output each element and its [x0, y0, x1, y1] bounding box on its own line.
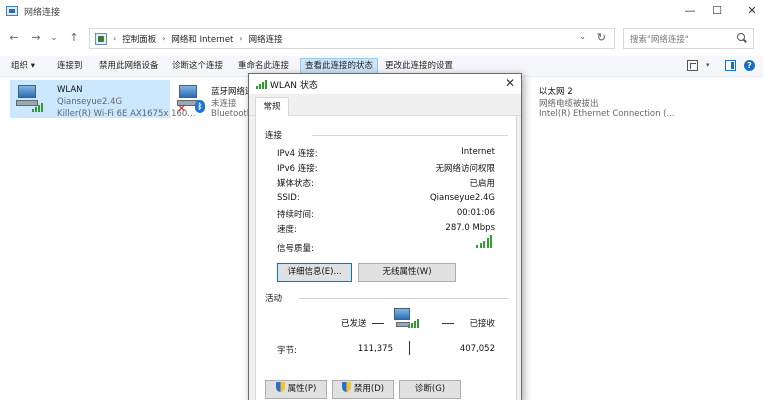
recent-locations-button[interactable]: ⌄ [46, 30, 62, 46]
connection-name: 蓝牙网络连接 [211, 87, 250, 97]
ipv4-value: Internet [461, 147, 495, 157]
network-folder-icon [6, 6, 18, 16]
back-button[interactable]: ← [6, 30, 22, 46]
dialog-title-bar: WLAN 状态 ✕ [249, 74, 521, 94]
breadcrumb-separator: › [113, 34, 117, 43]
refresh-icon[interactable]: ↻ [597, 31, 606, 44]
ipv6-value: 无网络访问权限 [435, 164, 495, 174]
ssid-value: Qianseyue2.4G [429, 193, 495, 203]
signal-quality-label: 信号质量: [277, 244, 314, 254]
breadcrumb-separator: › [239, 34, 243, 43]
connection-device: Bluetooth [211, 109, 250, 118]
help-icon[interactable]: ? [744, 60, 755, 71]
speed-value: 287.0 Mbps [445, 223, 495, 233]
dialog-title: WLAN 状态 [270, 81, 318, 91]
wireless-properties-button[interactable]: 无线属性(W) [358, 263, 456, 282]
received-dash [442, 323, 454, 324]
bytes-sent-value: 111,375 [357, 344, 393, 354]
connect-to-button[interactable]: 连接到 [57, 59, 83, 74]
breadcrumb-network-connections[interactable]: 网络连接 [249, 33, 283, 45]
media-state-value: 已启用 [469, 179, 495, 189]
group-divider [299, 298, 508, 299]
dialog-tab-bar: 常规 [249, 94, 521, 117]
address-row: ← → ⌄ ↑ › 控制面板 › 网络和 Internet › 网络连接 ⌄ ↻… [0, 24, 763, 52]
bluetooth-icon: ᛒ [195, 100, 205, 113]
breadcrumb-network-internet[interactable]: 网络和 Internet [171, 33, 233, 45]
duration-label: 持续时间: [277, 210, 314, 220]
connection-device: Intel(R) Ethernet Connection (... [539, 109, 675, 119]
wifi-signal-icon [256, 79, 270, 89]
rename-connection-button[interactable]: 重命名此连接 [238, 59, 289, 74]
preview-pane-icon[interactable] [725, 60, 736, 71]
connection-ethernet-2[interactable]: 以太网 2 网络电缆被拔出 Intel(R) Ethernet Connecti… [518, 80, 758, 119]
connection-status: 未连接 [211, 99, 237, 109]
activity-group-title: 活动 [265, 294, 283, 304]
organize-menu[interactable]: 组织 ▾ [11, 59, 35, 74]
view-options-dropdown-icon[interactable]: ▾ [706, 60, 717, 71]
ipv4-label: IPv4 连接: [277, 149, 318, 159]
diagnose-button[interactable]: 诊断(G) [399, 380, 461, 399]
change-connection-settings-button[interactable]: 更改此连接的设置 [385, 59, 453, 74]
activity-network-icon [394, 308, 422, 334]
change-view-icon[interactable] [687, 60, 698, 71]
received-label: 已接收 [469, 319, 495, 329]
search-icon [736, 32, 748, 45]
connection-wlan[interactable]: WLAN Qianseyue2.4G Killer(R) Wi-Fi 6E AX… [10, 80, 195, 119]
bytes-received-value: 407,052 [459, 344, 495, 354]
connection-bluetooth[interactable]: ✕ ᛒ 蓝牙网络连接 未连接 Bluetooth [175, 80, 250, 118]
sent-label: 已发送 [341, 319, 367, 329]
wifi-signal-icon [32, 102, 46, 112]
properties-button[interactable]: 属性(P) [265, 380, 327, 399]
uac-shield-icon [341, 382, 351, 392]
speed-label: 速度: [277, 225, 297, 235]
details-button[interactable]: 详细信息(E)... [277, 263, 352, 282]
disable-device-button[interactable]: 禁用此网络设备 [99, 59, 159, 74]
connection-name: 以太网 2 [539, 87, 573, 97]
ipv6-label: IPv6 连接: [277, 164, 318, 174]
title-bar: 网络连接 — ☐ ✕ [0, 0, 763, 22]
signal-quality-icon [476, 234, 496, 248]
breadcrumb-separator: › [162, 34, 166, 43]
duration-value: 00:01:06 [456, 208, 495, 218]
general-panel: 连接 IPv4 连接: Internet IPv6 连接: 无网络访问权限 媒体… [255, 116, 517, 400]
properties-button-label: 属性(P) [287, 384, 317, 394]
breadcrumb-control-panel[interactable]: 控制面板 [122, 33, 156, 45]
disable-button[interactable]: 禁用(D) [332, 380, 394, 399]
control-panel-icon [95, 32, 107, 45]
tab-general[interactable]: 常规 [255, 97, 289, 117]
up-button[interactable]: ↑ [66, 30, 82, 46]
address-bar[interactable]: › 控制面板 › 网络和 Internet › 网络连接 ⌄ ↻ [89, 28, 615, 49]
sent-dash [372, 323, 384, 324]
search-box[interactable]: 搜索"网络连接" [623, 28, 754, 49]
forward-button[interactable]: → [28, 30, 44, 46]
bytes-label: 字节: [277, 346, 297, 356]
connection-status: 网络电缆被拔出 [539, 99, 599, 109]
disable-button-label: 禁用(D) [353, 384, 385, 394]
bytes-divider [409, 341, 410, 355]
window-title: 网络连接 [24, 7, 61, 18]
close-button[interactable]: ✕ [735, 0, 763, 22]
connection-group-title: 连接 [265, 131, 283, 141]
search-input[interactable]: 搜索"网络连接" [630, 33, 736, 45]
diagnose-connection-button[interactable]: 诊断这个连接 [172, 59, 223, 74]
connection-status: Qianseyue2.4G [57, 97, 123, 107]
media-state-label: 媒体状态: [277, 179, 314, 189]
address-dropdown-icon[interactable]: ⌄ [579, 32, 586, 41]
group-divider [312, 135, 508, 136]
wlan-status-dialog: WLAN 状态 ✕ 常规 连接 IPv4 连接: Internet IPv6 连… [248, 73, 522, 400]
disconnected-x-icon: ✕ [177, 102, 187, 115]
maximize-button[interactable]: ☐ [700, 0, 734, 22]
dialog-close-button[interactable]: ✕ [505, 76, 515, 90]
uac-shield-icon [275, 382, 285, 392]
connection-name: WLAN [57, 85, 83, 95]
ssid-label: SSID: [277, 193, 300, 203]
